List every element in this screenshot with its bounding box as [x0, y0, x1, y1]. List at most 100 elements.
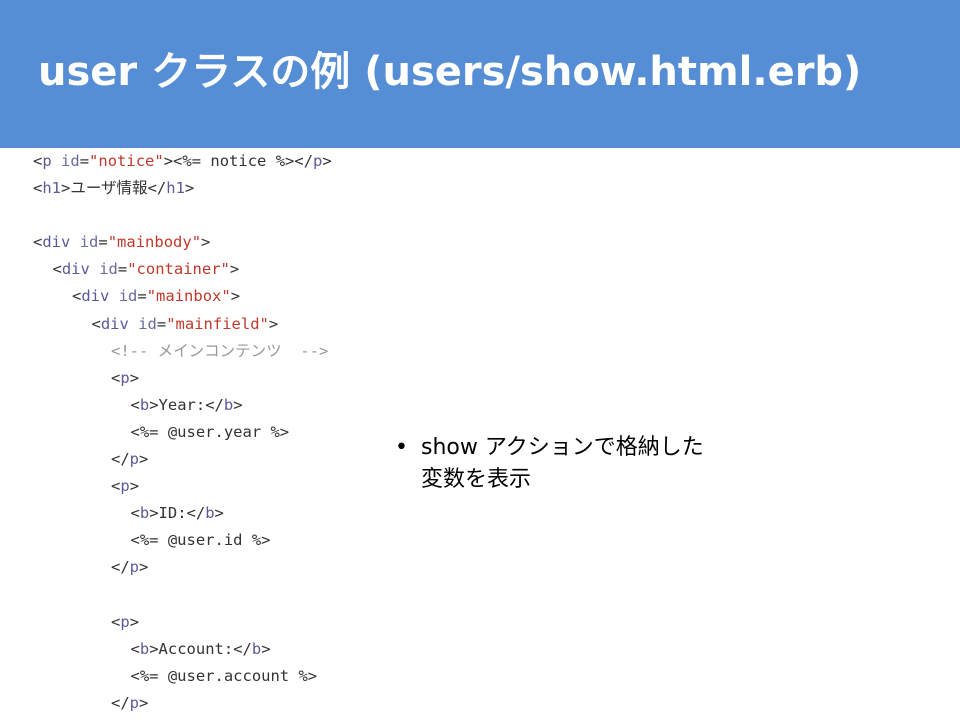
- code-token: h1: [42, 179, 62, 198]
- code-token: >: [229, 260, 240, 279]
- code-token: b: [139, 395, 150, 414]
- code-token: >: [129, 612, 140, 631]
- code-token: b: [251, 639, 262, 658]
- code-line: <div id="container">: [33, 256, 332, 283]
- code-token: "container": [127, 260, 230, 279]
- code-line: <%= @user.account %>: [33, 663, 332, 690]
- code-token: p: [129, 558, 140, 577]
- code-line: </p>: [33, 690, 332, 717]
- code-token: ID:: [158, 504, 187, 523]
- code-token: b: [139, 639, 150, 658]
- code-token: <%= notice %>: [173, 152, 295, 170]
- code-token: h1: [166, 179, 185, 198]
- code-token: >: [149, 395, 159, 414]
- code-token: >: [230, 287, 241, 306]
- code-token: p: [42, 152, 52, 170]
- code-token: <: [91, 314, 101, 333]
- code-token: <: [111, 477, 121, 496]
- code-token: div: [42, 233, 71, 252]
- code-token: <: [111, 612, 121, 631]
- code-token: p: [129, 450, 140, 469]
- code-line: <!-- メインコンテンツ -->: [33, 338, 332, 365]
- code-token: </: [111, 450, 130, 469]
- code-token: id: [79, 233, 99, 252]
- code-token: div: [81, 287, 110, 306]
- code-token: div: [61, 260, 90, 279]
- code-token: </: [111, 558, 130, 577]
- code-token: <%= @user.year %>: [130, 422, 290, 441]
- bullet-icon: •: [395, 435, 408, 460]
- code-token: b: [223, 395, 234, 414]
- code-token: >: [268, 314, 279, 333]
- code-token: >: [184, 179, 195, 198]
- code-token: p: [120, 612, 130, 631]
- code-token: </: [233, 639, 252, 658]
- title-bar: user クラスの例 (users/show.html.erb): [0, 0, 960, 148]
- code-token: p: [129, 693, 140, 712]
- code-token: "mainfield": [166, 314, 269, 333]
- code-token: >: [149, 504, 159, 523]
- code-token: =: [137, 287, 147, 306]
- bullet-list: • show アクションで格納した変数を表示: [395, 432, 715, 496]
- code-token: </: [205, 395, 224, 414]
- code-token: Year:: [158, 395, 206, 414]
- code-token: div: [100, 314, 129, 333]
- code-token: >: [149, 639, 159, 658]
- code-token: </: [111, 693, 130, 712]
- code-line: <b>ID:</b>: [33, 500, 332, 527]
- code-token: =: [79, 152, 90, 170]
- code-line: <p>: [33, 609, 332, 636]
- code-token: <%= @user.id %>: [130, 531, 271, 550]
- code-token: >: [129, 477, 140, 496]
- code-token: <: [72, 287, 82, 306]
- code-token: id: [138, 314, 157, 333]
- code-token: <!-- メインコンテンツ -->: [111, 341, 329, 360]
- code-token: p: [120, 477, 130, 496]
- code-token: id: [99, 260, 118, 279]
- code-token: >: [201, 233, 211, 252]
- code-token: <: [33, 233, 43, 252]
- code-line: <div id="mainbody">: [33, 229, 332, 256]
- code-token: >: [163, 152, 174, 170]
- code-line: <p>: [33, 365, 332, 392]
- bullet-item: • show アクションで格納した変数を表示: [395, 432, 715, 496]
- code-token: <%= @user.account %>: [130, 666, 318, 685]
- code-line: <p>: [33, 473, 332, 500]
- code-token: ユーザ情報: [70, 179, 148, 198]
- code-token: "notice": [89, 152, 164, 170]
- code-token: >: [139, 558, 149, 577]
- code-token: <: [111, 368, 121, 387]
- code-line: </p>: [33, 446, 332, 473]
- code-token: <: [33, 179, 43, 198]
- code-line: <%= @user.id %>: [33, 527, 332, 554]
- code-token: </: [186, 504, 206, 523]
- code-token: "mainbox": [146, 287, 231, 306]
- code-token: >: [129, 368, 140, 387]
- code-token: b: [139, 504, 150, 523]
- code-token: </: [294, 152, 314, 170]
- code-token: id: [118, 287, 138, 306]
- code-token: b: [205, 504, 215, 523]
- code-line: <div id="mainfield">: [33, 311, 332, 338]
- code-token: <: [33, 152, 43, 170]
- code-token: <: [130, 639, 140, 658]
- code-token: >: [61, 179, 71, 198]
- code-token: >: [139, 450, 149, 469]
- code-line: </p>: [33, 554, 332, 581]
- slide-title: user クラスの例 (users/show.html.erb): [38, 49, 862, 95]
- code-token: =: [117, 260, 128, 279]
- code-token: =: [98, 233, 108, 252]
- bullet-text: show アクションで格納した変数を表示: [421, 435, 704, 492]
- code-line: <div id="mainbox">: [33, 283, 332, 310]
- code-token: <: [130, 395, 140, 414]
- code-line: <b>Year:</b>: [33, 392, 332, 419]
- code-token: Account:: [158, 639, 234, 658]
- code-token: >: [233, 395, 243, 414]
- code-token: "mainbody": [107, 233, 202, 252]
